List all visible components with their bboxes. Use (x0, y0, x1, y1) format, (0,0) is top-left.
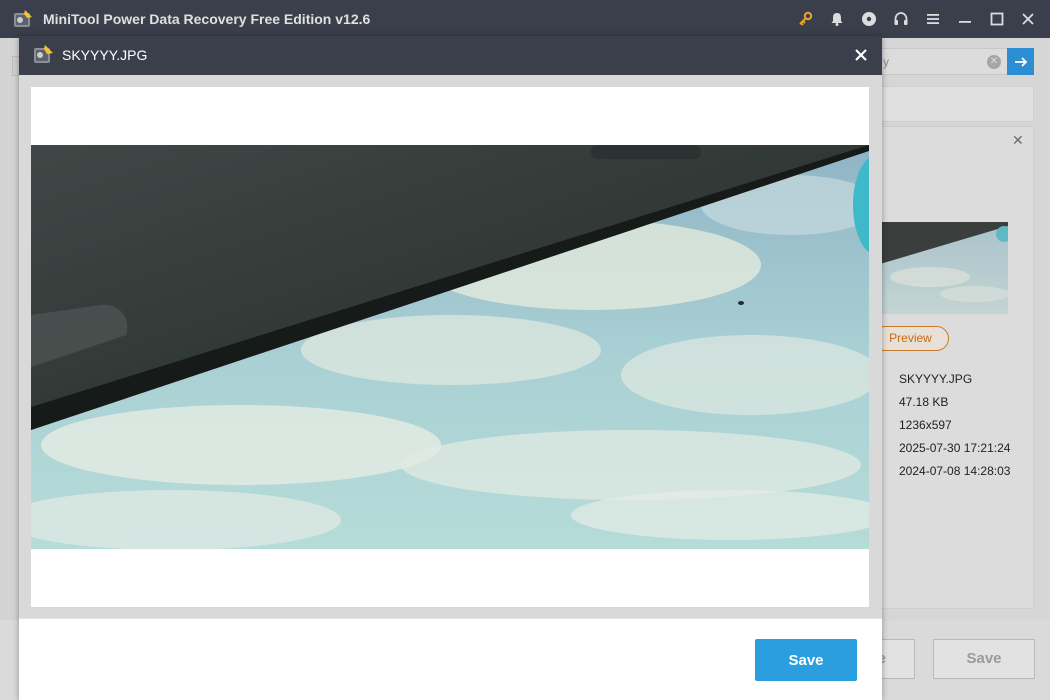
date1-value: 2025-07-30 17:21:24 (899, 441, 1011, 455)
background-save-button[interactable]: Save (933, 639, 1035, 679)
search-go-button[interactable] (1007, 48, 1034, 75)
preview-image (31, 145, 869, 549)
minimize-icon[interactable] (955, 9, 975, 29)
arrow-right-icon (1014, 56, 1027, 67)
save-button[interactable]: Save (755, 639, 857, 681)
app-logo-icon (14, 10, 32, 27)
date2-value: 2024-07-08 14:28:03 (899, 464, 1011, 478)
dialog-title: SKYYYY.JPG (62, 47, 148, 63)
image-frame (31, 87, 869, 607)
bell-icon[interactable] (827, 9, 847, 29)
key-icon[interactable] (795, 9, 815, 29)
maximize-icon[interactable] (987, 9, 1007, 29)
file-detail-panel (868, 126, 1034, 609)
app-title: MiniTool Power Data Recovery Free Editio… (43, 11, 371, 27)
dialog-footer: Save (19, 618, 882, 700)
clear-search-icon[interactable]: ✕ (987, 55, 1001, 69)
preview-area (19, 75, 882, 618)
close-icon[interactable] (1018, 9, 1038, 29)
file-size-value: 47.18 KB (899, 395, 949, 409)
preview-dialog: SKYYYY.JPG Save (19, 36, 882, 700)
thumbnail-image (880, 222, 1008, 314)
file-name-value: SKYYYY.JPG (899, 372, 973, 386)
search-input[interactable]: y ✕ (868, 48, 1008, 75)
dialog-header: SKYYYY.JPG (19, 36, 882, 75)
dimensions-value: 1236x597 (899, 418, 952, 432)
panel-close-icon[interactable]: ✕ (1012, 132, 1024, 149)
disc-icon[interactable] (859, 9, 879, 29)
left-panel-edge (0, 38, 19, 700)
image-file-icon (34, 45, 53, 63)
app-titlebar: MiniTool Power Data Recovery Free Editio… (0, 0, 1050, 38)
preview-button[interactable]: Preview (872, 326, 949, 351)
search-text: y (883, 55, 889, 69)
filter-bar (868, 86, 1034, 122)
headset-icon[interactable] (891, 9, 911, 29)
menu-icon[interactable] (923, 9, 943, 29)
dialog-close-icon[interactable] (850, 44, 872, 66)
